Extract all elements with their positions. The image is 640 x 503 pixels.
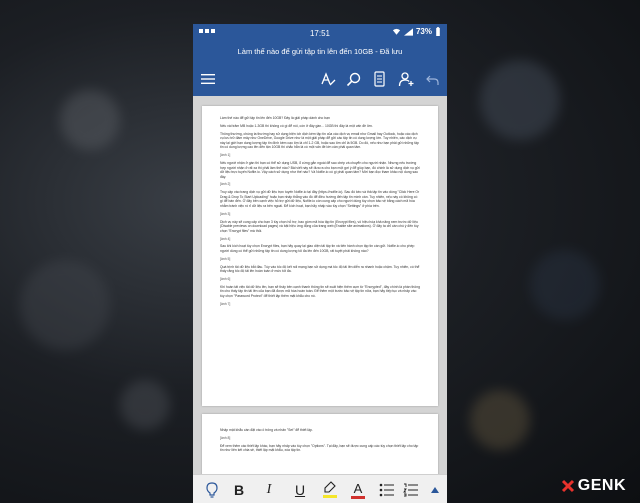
image-placeholder: [ảnh 8] [220, 435, 231, 440]
tell-me-button[interactable] [202, 480, 222, 500]
search-icon [346, 72, 360, 86]
word-toolbar [193, 62, 447, 96]
paragraph: Nếu vài trăm MB hoặc 1-3GB thì không có … [220, 123, 373, 128]
read-aloud-icon [321, 72, 336, 86]
menu-icon [201, 74, 215, 84]
status-time: 17:51 [309, 28, 331, 38]
image-placeholder: [ảnh 1] [220, 153, 231, 158]
document-title: Làm thế nào để gửi tập tin lên đến 10GB … [193, 42, 447, 62]
paragraph: Thông thường, chúng ta thường hay sử dụn… [220, 131, 419, 150]
document-page[interactable]: Nhập mật khẩu cần đặt vào ô trống và nhấ… [202, 414, 438, 474]
battery-level: 73% [415, 27, 432, 36]
signal-icon [403, 27, 413, 36]
paragraph: Sau khi kích hoạt tùy chọn Encrypt files… [220, 244, 415, 253]
read-aloud-button[interactable] [319, 70, 337, 88]
numbering-button[interactable] [401, 480, 421, 500]
undo-icon [425, 75, 439, 85]
document-canvas[interactable]: Làm thế nào để gửi tập tin lên đến 10GB?… [193, 96, 447, 474]
font-color-button[interactable]: A [348, 480, 368, 500]
share-button[interactable] [397, 70, 415, 88]
paragraph: Dịch vụ này sẽ cung cấp cho bạn 3 tùy ch… [220, 219, 419, 233]
genk-watermark: GENK [561, 477, 626, 495]
paragraph: Khi hoàn tất việc tải dữ liệu lên, bạn s… [220, 284, 420, 298]
mobile-view-icon [373, 71, 385, 87]
image-placeholder: [ảnh 4] [220, 236, 231, 241]
undo-button[interactable] [423, 70, 441, 88]
bullets-button[interactable] [377, 480, 397, 500]
search-button[interactable] [344, 70, 362, 88]
paragraph: Truy cập vào trang dịch vụ gửi dữ liệu t… [220, 190, 420, 209]
paragraph: Nhập mật khẩu cần đặt vào ô trống và nhấ… [220, 428, 313, 432]
image-placeholder: [ảnh 3] [220, 211, 231, 216]
battery-icon [436, 27, 440, 36]
paragraph: Quá trình tải dữ liệu bắt đầu. Tùy vào t… [220, 264, 420, 274]
numbered-list-icon [403, 483, 418, 497]
genk-logo-icon [561, 479, 574, 493]
status-icons-right: 73% [392, 27, 441, 36]
paragraph: Để xem thêm các thiết lập khác, bạn hãy … [220, 443, 419, 453]
underline-button[interactable]: U [290, 480, 310, 500]
lightbulb-icon [206, 482, 218, 498]
menu-button[interactable] [199, 70, 217, 88]
chevron-up-icon [431, 487, 439, 493]
italic-button[interactable]: I [259, 480, 279, 500]
image-placeholder: [ảnh 2] [220, 182, 231, 187]
formatting-bar: B I U A [193, 474, 447, 503]
bullet-list-icon [379, 483, 394, 497]
document-page[interactable]: Làm thế nào để gửi tập tin lên đến 10GB?… [202, 106, 438, 406]
paragraph: Nếu người nhận ở gần thì bạn có thể sử d… [220, 160, 420, 179]
bold-button[interactable]: B [229, 480, 249, 500]
highlighter-icon [323, 481, 337, 498]
watermark-text: GENK [577, 477, 626, 494]
font-color-letter: A [353, 480, 363, 496]
highlight-button[interactable] [320, 480, 340, 500]
image-placeholder: [ảnh 6] [220, 276, 231, 281]
status-icons-left [199, 28, 217, 36]
paragraph: Làm thế nào để gửi tập tin lên đến 10GB?… [220, 116, 330, 120]
share-icon [398, 72, 414, 87]
expand-ribbon-button[interactable] [425, 480, 445, 500]
image-placeholder: [ảnh 5] [220, 256, 231, 261]
image-placeholder: [ảnh 7] [220, 301, 231, 306]
phone-screen: 17:51 73% Làm thế nào để gửi tập tin lên… [193, 24, 447, 503]
mobile-view-button[interactable] [370, 70, 388, 88]
font-color-swatch [351, 495, 365, 499]
status-bar: 17:51 73% [193, 24, 447, 42]
wifi-icon [392, 28, 401, 35]
